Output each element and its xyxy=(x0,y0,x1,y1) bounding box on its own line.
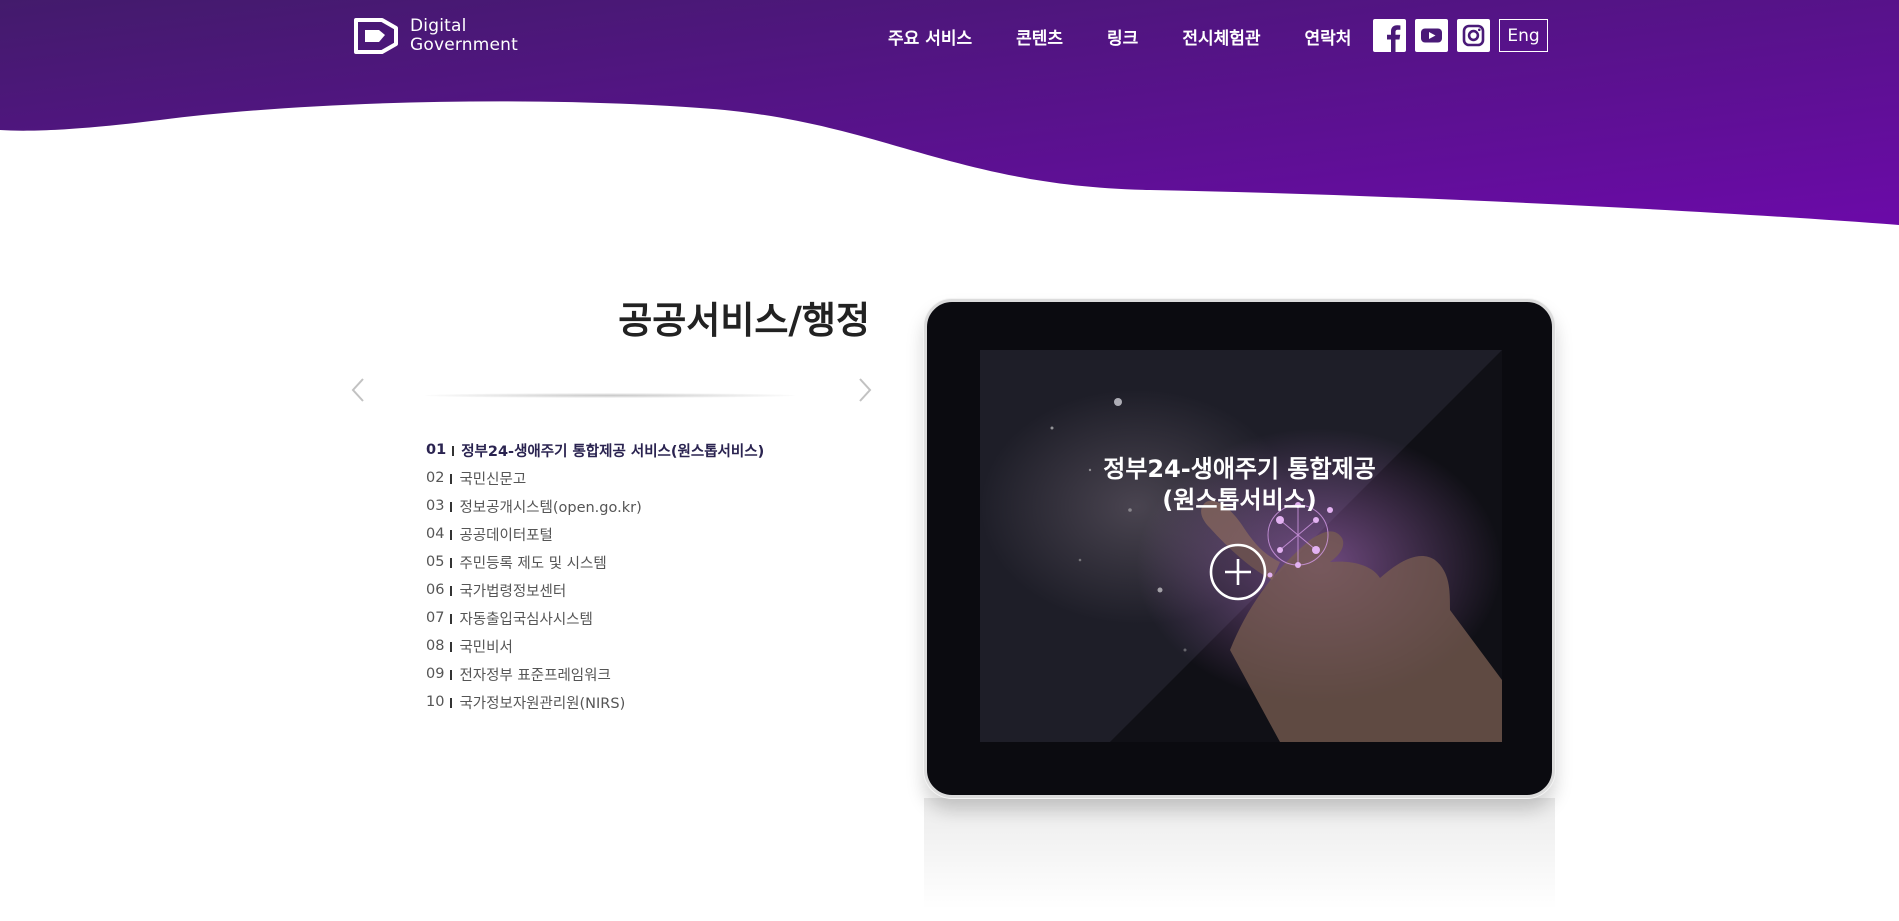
logo-line-1: Digital xyxy=(410,16,467,36)
nav-item-contact[interactable]: 연락처 xyxy=(1305,24,1352,49)
nav-item-main-services[interactable]: 주요 서비스 xyxy=(888,24,972,49)
list-item[interactable]: 08 국민비서 xyxy=(426,632,764,660)
item-number: 03 xyxy=(426,498,445,514)
item-number: 08 xyxy=(426,638,445,654)
item-number: 06 xyxy=(426,582,445,598)
nav-item-links[interactable]: 링크 xyxy=(1107,24,1138,49)
item-separator xyxy=(450,642,453,652)
item-label: 전자정부 표준프레임워크 xyxy=(459,667,611,684)
main-nav: 주요 서비스 콘텐츠 링크 전시체험관 연락처 xyxy=(888,24,1351,49)
item-number: 05 xyxy=(426,554,445,570)
item-number: 09 xyxy=(426,666,445,682)
list-item[interactable]: 01 정부24-생애주기 통합제공 서비스(원스톱서비스) xyxy=(426,436,764,464)
logo-text: Digital Government xyxy=(410,17,518,55)
item-label: 공공데이터포털 xyxy=(459,527,553,544)
item-label: 정부24-생애주기 통합제공 서비스(원스톱서비스) xyxy=(461,443,765,460)
nav-item-contents[interactable]: 콘텐츠 xyxy=(1016,24,1063,49)
item-separator xyxy=(450,558,453,568)
featured-title-line-1: 정부24-생애주기 통합제공 xyxy=(1103,455,1376,483)
item-separator xyxy=(450,698,453,708)
chevron-left-icon[interactable] xyxy=(347,374,371,406)
item-number: 07 xyxy=(426,610,445,626)
social-links: Eng xyxy=(1373,19,1548,52)
plus-circle-icon[interactable] xyxy=(1209,543,1267,601)
list-item[interactable]: 04 공공데이터포털 xyxy=(426,520,764,548)
item-label: 정보공개시스템(open.go.kr) xyxy=(459,499,642,516)
chevron-right-icon[interactable] xyxy=(852,374,876,406)
nav-item-exhibition[interactable]: 전시체험관 xyxy=(1182,24,1260,49)
list-item[interactable]: 09 전자정부 표준프레임워크 xyxy=(426,660,764,688)
list-item[interactable]: 06 국가법령정보센터 xyxy=(426,576,764,604)
instagram-icon[interactable] xyxy=(1457,19,1490,52)
item-label: 자동출입국심사시스템 xyxy=(459,611,593,628)
item-separator xyxy=(450,502,453,512)
item-separator xyxy=(450,474,453,484)
tablet-reflection xyxy=(924,798,1555,910)
logo-line-2: Government xyxy=(410,35,519,55)
featured-service-card[interactable]: 정부24-생애주기 통합제공 (원스톱서비스) xyxy=(924,299,1555,798)
featured-title-line-2: (원스톱서비스) xyxy=(1162,486,1317,514)
list-item[interactable]: 07 자동출입국심사시스템 xyxy=(426,604,764,632)
item-label: 국민비서 xyxy=(459,639,513,656)
section-title: 공공서비스/행정 xyxy=(618,299,870,342)
item-separator xyxy=(452,446,455,456)
item-label: 국민신문고 xyxy=(459,471,527,488)
site-logo[interactable]: Digital Government xyxy=(352,16,518,56)
list-item[interactable]: 10 국가정보자원관리원(NIRS) xyxy=(426,688,764,716)
item-number: 10 xyxy=(426,694,445,710)
item-separator xyxy=(450,614,453,624)
featured-service-title: 정부24-생애주기 통합제공 (원스톱서비스) xyxy=(927,454,1552,516)
facebook-icon[interactable] xyxy=(1373,19,1406,52)
item-number: 01 xyxy=(426,442,447,458)
youtube-icon[interactable] xyxy=(1415,19,1448,52)
item-separator xyxy=(450,670,453,680)
digital-government-logo-icon xyxy=(354,18,398,54)
item-label: 국가정보자원관리원(NIRS) xyxy=(459,695,626,712)
list-item[interactable]: 05 주민등록 제도 및 시스템 xyxy=(426,548,764,576)
divider xyxy=(425,393,795,398)
item-label: 국가법령정보센터 xyxy=(459,583,567,600)
language-button[interactable]: Eng xyxy=(1499,19,1548,52)
list-item[interactable]: 03 정보공개시스템(open.go.kr) xyxy=(426,492,764,520)
list-item[interactable]: 02 국민신문고 xyxy=(426,464,764,492)
item-separator xyxy=(450,530,453,540)
item-number: 02 xyxy=(426,470,445,486)
service-list: 01 정부24-생애주기 통합제공 서비스(원스톱서비스) 02 국민신문고 03 정… xyxy=(426,436,764,716)
item-separator xyxy=(450,586,453,596)
item-label: 주민등록 제도 및 시스템 xyxy=(459,555,607,572)
item-number: 04 xyxy=(426,526,445,542)
